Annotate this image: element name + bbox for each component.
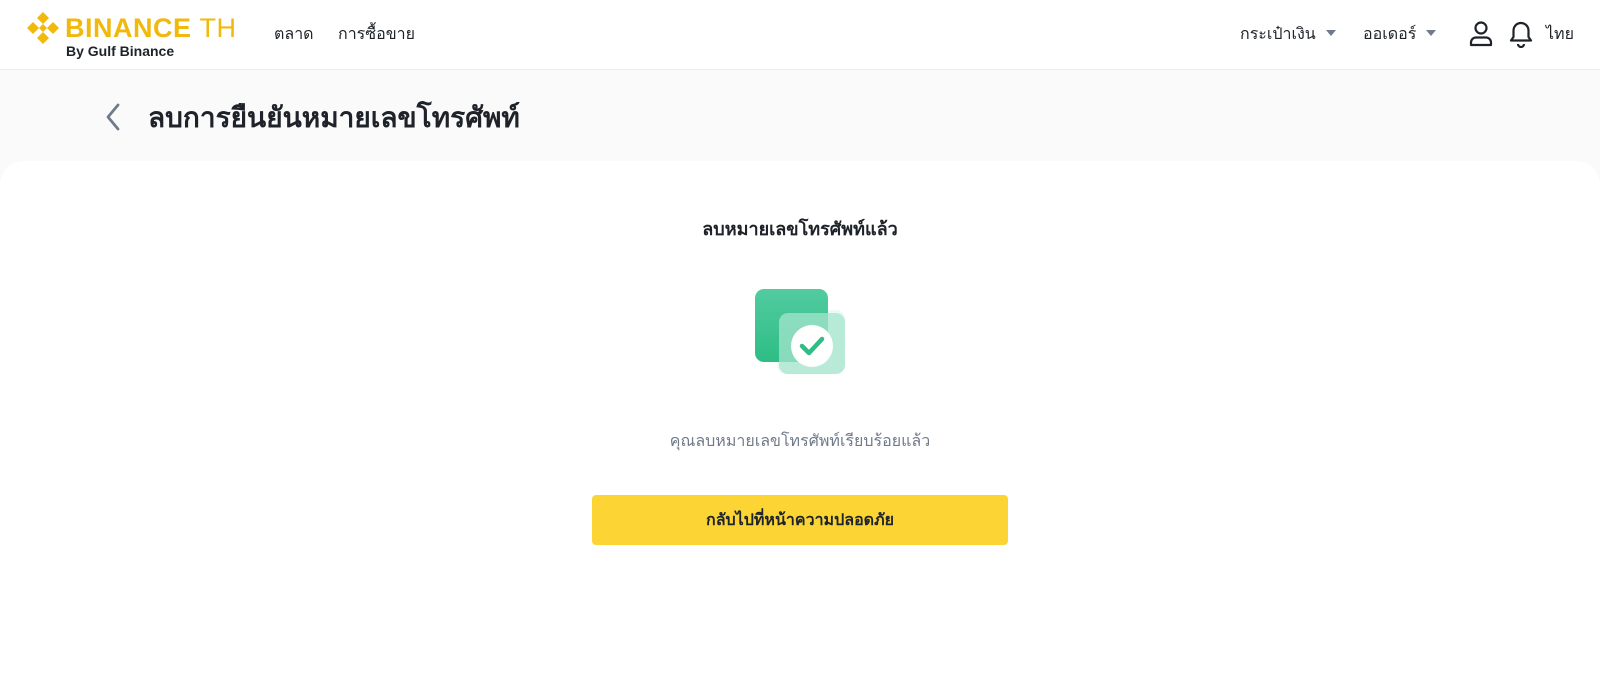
back-button[interactable] (100, 100, 126, 134)
result-card: ลบหมายเลขโทรศัพท์แล้ว คุณลบหมายเลขโทรศัพ… (0, 161, 1600, 681)
page-title: ลบการยืนยันหมายเลขโทรศัพท์ (148, 102, 520, 133)
nav-trade[interactable]: การซื้อขาย (338, 22, 415, 47)
success-check-icon (750, 284, 850, 376)
orders-dropdown[interactable]: ออเดอร์ (1363, 22, 1437, 47)
chevron-down-icon (1325, 30, 1336, 36)
brand-region: TH (199, 13, 237, 43)
binance-th-logo[interactable]: BINANCE TH By Gulf Binance (26, 10, 246, 60)
language-selector[interactable]: ไทย (1546, 22, 1574, 47)
back-to-security-button[interactable]: กลับไปที่หน้าความปลอดภัย (592, 495, 1008, 545)
wallet-dropdown[interactable]: กระเป๋าเงิน (1240, 22, 1336, 47)
nav-markets[interactable]: ตลาด (274, 22, 314, 47)
top-header: BINANCE TH By Gulf Binance ตลาด การซื้อขา… (0, 0, 1600, 70)
chevron-left-icon (106, 103, 120, 131)
brand-name: BINANCE (65, 13, 192, 43)
binance-logo-icon (27, 12, 59, 44)
wallet-dropdown-label: กระเป๋าเงิน (1240, 26, 1316, 43)
orders-dropdown-label: ออเดอร์ (1363, 26, 1417, 43)
chevron-down-icon (1426, 30, 1437, 36)
bell-icon[interactable] (1508, 20, 1534, 49)
user-icon[interactable] (1468, 20, 1494, 48)
result-title: ลบหมายเลขโทรศัพท์แล้ว (702, 219, 898, 239)
brand-subtitle: By Gulf Binance (66, 43, 175, 59)
result-message: คุณลบหมายเลขโทรศัพท์เรียบร้อยแล้ว (669, 433, 931, 450)
